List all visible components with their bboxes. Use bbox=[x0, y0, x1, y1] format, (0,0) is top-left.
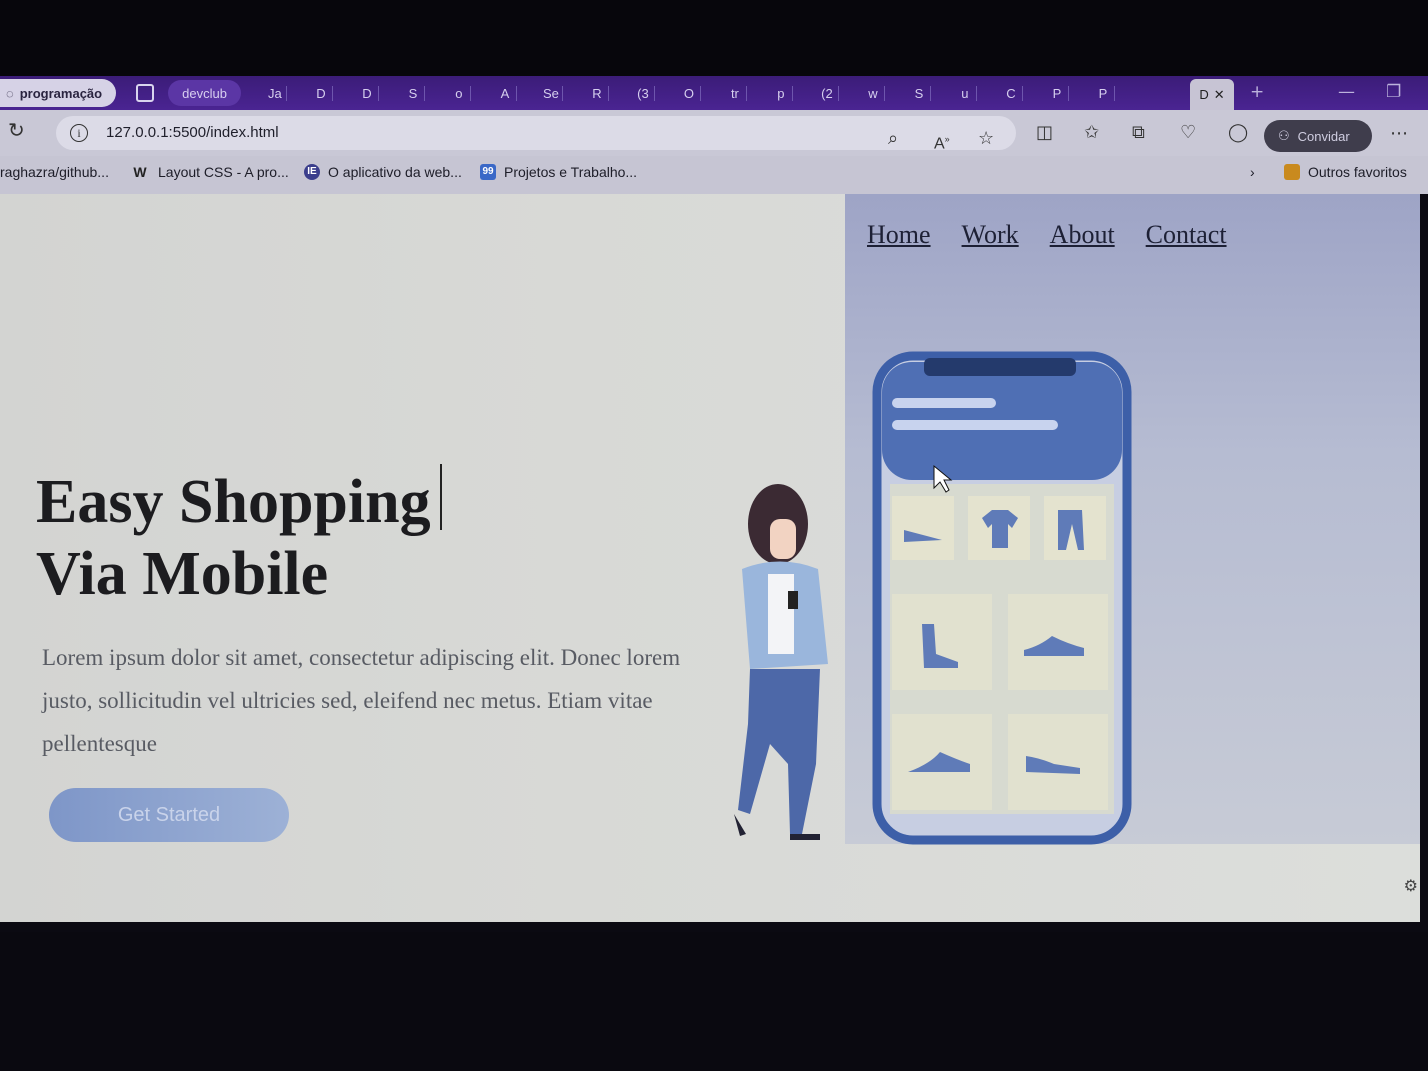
tab-group-label: programação bbox=[19, 85, 103, 101]
tab-mini[interactable]: P bbox=[1046, 85, 1069, 101]
tab-group-programacao[interactable]: ◌ programação bbox=[0, 79, 117, 107]
bookmark-github[interactable]: raghazra/github... bbox=[0, 164, 109, 180]
tab-mini[interactable]: R bbox=[586, 85, 609, 101]
close-tab-icon[interactable]: ✕ bbox=[1214, 87, 1225, 103]
tab-strip: ◌ programação devclub Ja D D So A Se R (3 Otr p (2… bbox=[0, 76, 1428, 110]
tab-mini[interactable]: o bbox=[448, 85, 471, 101]
tab-actions-icon[interactable] bbox=[136, 84, 155, 102]
tab-list: Ja D D So A Se R (3 Otr p (2 w Su C P P bbox=[241, 85, 1115, 101]
invite-label: Convidar bbox=[1297, 128, 1350, 144]
collections-icon[interactable]: ⧉ bbox=[1132, 123, 1145, 143]
bookmarks-bar: raghazra/github... W Layout CSS - A pro.… bbox=[0, 156, 1428, 194]
people-icon: ⚇ bbox=[1278, 128, 1290, 143]
tab-group-devclub[interactable]: devclub bbox=[168, 80, 241, 106]
more-icon[interactable]: ⋯ bbox=[1390, 124, 1408, 144]
other-favorites-label: Outros favoritos bbox=[1308, 164, 1407, 180]
w-icon: W bbox=[133, 164, 147, 180]
invite-button[interactable]: ⚇ Convidar bbox=[1264, 120, 1372, 152]
minimize-icon[interactable]: — bbox=[1338, 82, 1355, 102]
hero-title: Easy Shopping Via Mobile bbox=[36, 466, 431, 610]
hero-title-line1: Easy Shopping bbox=[36, 468, 431, 536]
tab-mini[interactable]: Se bbox=[540, 85, 563, 101]
nav-about[interactable]: About bbox=[1050, 220, 1115, 250]
tab-mini[interactable]: S bbox=[908, 85, 931, 101]
woman-figure bbox=[734, 484, 828, 840]
bookmark-web-app[interactable]: IE O aplicativo da web... bbox=[304, 164, 462, 180]
tab-mini[interactable]: S bbox=[402, 85, 425, 101]
tab-active[interactable]: D ✕ bbox=[1190, 79, 1234, 110]
bookmark-label: Layout CSS - A pro... bbox=[158, 164, 289, 180]
tab-mini[interactable]: w bbox=[862, 85, 885, 101]
zoom-icon[interactable]: ⌕ bbox=[888, 129, 898, 149]
nav-home[interactable]: Home bbox=[867, 220, 931, 250]
other-favorites[interactable]: Outros favoritos bbox=[1284, 164, 1407, 180]
copilot-icon[interactable]: ◯ bbox=[1228, 123, 1248, 143]
browser-essentials-icon[interactable]: ♡ bbox=[1180, 123, 1196, 143]
monitor-bezel-bottom bbox=[0, 932, 1428, 1071]
ie-icon: IE bbox=[304, 164, 320, 180]
shopping-illustration bbox=[734, 351, 1132, 845]
hero-title-line2: Via Mobile bbox=[36, 540, 329, 608]
tab-group-devclub-label: devclub bbox=[182, 85, 227, 101]
bookmark-label: Projetos e Trabalho... bbox=[504, 164, 638, 180]
tab-active-label: D bbox=[1199, 87, 1209, 102]
tab-mini[interactable]: (3 bbox=[632, 85, 655, 101]
new-tab-icon[interactable]: + bbox=[1250, 82, 1264, 102]
bookmarks-overflow-icon[interactable]: › bbox=[1250, 164, 1255, 180]
browser-toolbar: ↻ i 127.0.0.1:5500/index.html ⌕ A» ☆ ◫ ✩… bbox=[0, 110, 1428, 156]
bookmark-layout-css[interactable]: W Layout CSS - A pro... bbox=[130, 164, 289, 180]
restore-icon[interactable]: ❐ bbox=[1386, 82, 1401, 102]
hero-paragraph: Lorem ipsum dolor sit amet, consectetur … bbox=[42, 645, 681, 756]
tab-mini[interactable]: u bbox=[954, 85, 977, 101]
tab-mini[interactable]: A bbox=[494, 85, 517, 101]
favorites-icon[interactable]: ✩ bbox=[1084, 123, 1099, 143]
url-text[interactable]: 127.0.0.1:5500/index.html bbox=[106, 124, 279, 141]
nav-contact[interactable]: Contact bbox=[1146, 220, 1227, 250]
bookmark-label: raghazra/github... bbox=[0, 164, 109, 180]
tab-mini[interactable]: p bbox=[770, 85, 793, 101]
tab-mini[interactable]: O bbox=[678, 85, 701, 101]
monitor-bezel-top bbox=[0, 0, 1428, 78]
tab-group-icon: ◌ bbox=[6, 85, 14, 101]
settings-gear-icon[interactable]: ⚙ bbox=[1404, 876, 1418, 895]
tab-mini[interactable]: P bbox=[1092, 85, 1115, 101]
99-icon: 99 bbox=[480, 164, 496, 180]
info-icon[interactable]: i bbox=[70, 124, 88, 142]
tab-mini[interactable]: D bbox=[356, 85, 379, 101]
tab-mini[interactable]: C bbox=[1000, 85, 1023, 101]
site-nav: Home Work About Contact bbox=[867, 220, 1227, 250]
bookmark-label: O aplicativo da web... bbox=[328, 164, 462, 180]
address-bar[interactable]: i 127.0.0.1:5500/index.html ⌕ A» ☆ bbox=[56, 116, 1016, 152]
refresh-icon[interactable]: ↻ bbox=[8, 120, 28, 140]
bookmark-projetos[interactable]: 99 Projetos e Trabalho... bbox=[480, 164, 637, 180]
folder-icon bbox=[1284, 164, 1300, 180]
tab-mini[interactable]: D bbox=[310, 85, 333, 101]
phone-mockup bbox=[872, 351, 1132, 845]
tab-mini[interactable]: (2 bbox=[816, 85, 839, 101]
get-started-button[interactable]: Get Started bbox=[49, 788, 289, 842]
split-screen-icon[interactable]: ◫ bbox=[1036, 123, 1053, 143]
web-page: Home Work About Contact Easy Shopping Vi… bbox=[0, 194, 1420, 922]
read-aloud-icon[interactable]: A» bbox=[934, 129, 950, 154]
text-cursor bbox=[440, 464, 442, 530]
favorite-star-icon[interactable]: ☆ bbox=[978, 129, 994, 149]
nav-work[interactable]: Work bbox=[962, 220, 1019, 250]
tab-mini[interactable]: Ja bbox=[264, 85, 287, 101]
tab-mini[interactable]: tr bbox=[724, 85, 747, 101]
